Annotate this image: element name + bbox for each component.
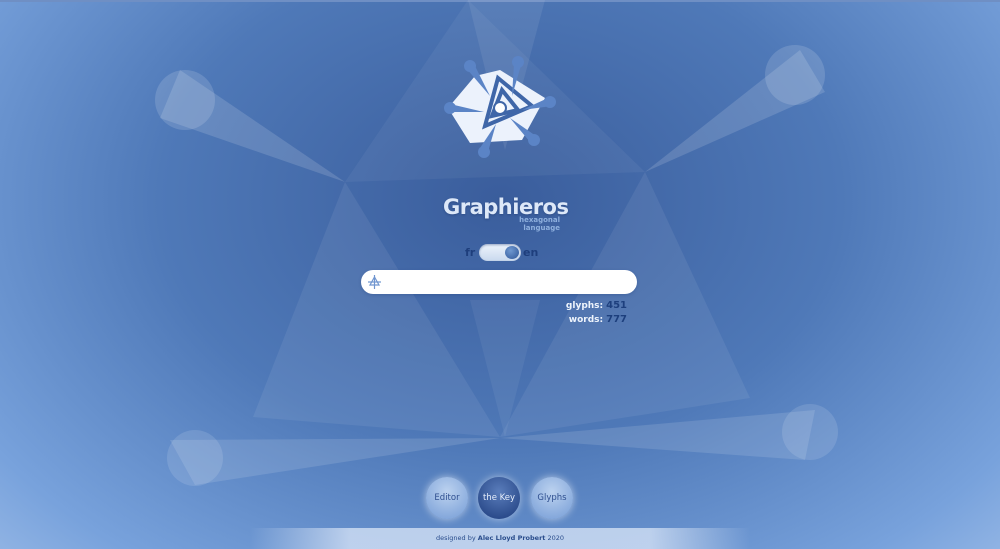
glyphs-button[interactable]: Glyphs xyxy=(531,477,573,519)
footer-credit: designed by Alec Lloyd Probert 2020 xyxy=(250,528,750,549)
language-label-fr[interactable]: fr xyxy=(465,246,475,259)
search-input[interactable] xyxy=(387,273,631,293)
glyph-icon xyxy=(368,275,381,289)
glyph-count-value: 451 xyxy=(606,300,627,311)
search-bar[interactable] xyxy=(361,270,637,294)
graphieros-logo xyxy=(444,56,556,158)
language-toggle[interactable] xyxy=(479,244,521,261)
language-label-en[interactable]: en xyxy=(523,246,538,259)
editor-button[interactable]: Editor xyxy=(426,477,468,519)
word-count-label: words: xyxy=(568,315,604,325)
toggle-knob xyxy=(505,246,519,259)
footer-year: 2020 xyxy=(547,534,565,542)
glyph-count-label: glyphs: xyxy=(565,301,604,311)
footer-author[interactable]: Alec Lloyd Probert xyxy=(478,534,546,542)
word-count: words: 777 xyxy=(569,314,627,325)
word-count-value: 777 xyxy=(606,314,627,325)
key-button[interactable]: the Key xyxy=(478,477,520,519)
glyph-count: glyphs: 451 xyxy=(566,300,627,311)
app-subtitle: hexagonal language xyxy=(519,216,560,232)
footer-prefix: designed by xyxy=(435,534,476,542)
